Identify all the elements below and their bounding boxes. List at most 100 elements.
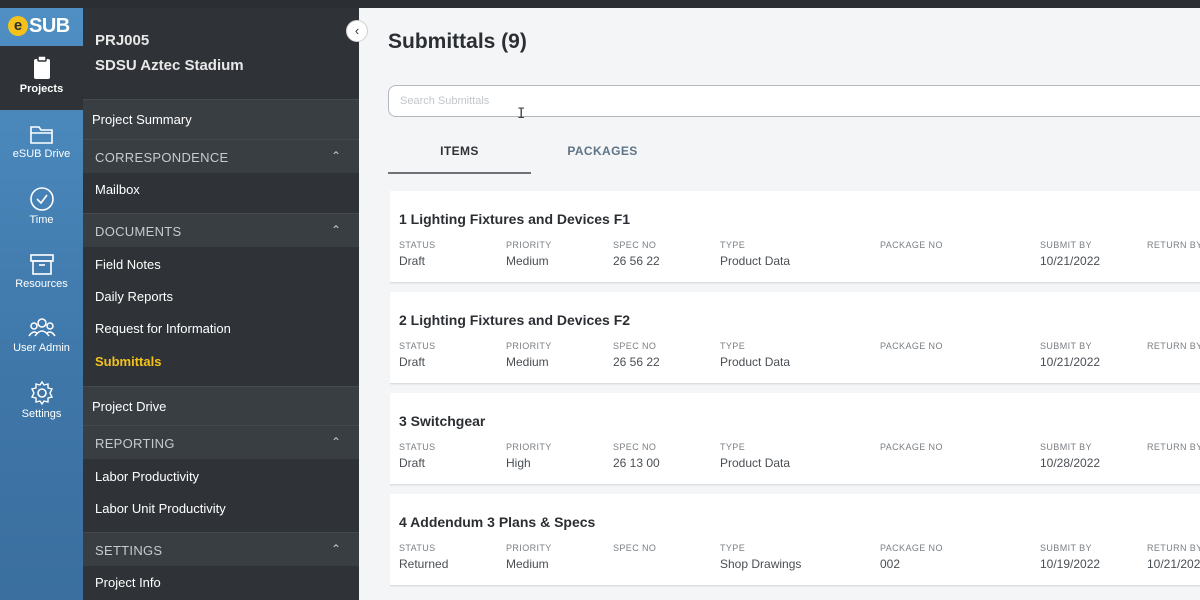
field-label: RETURN BY: [1147, 543, 1200, 553]
rail-label: eSUB Drive: [12, 148, 71, 160]
submittal-card[interactable]: 1 Lighting Fixtures and Devices F1 STATU…: [390, 191, 1200, 283]
project-sidebar: PRJ005 SDSU Aztec Stadium Project Summar…: [83, 8, 359, 600]
field-label: PRIORITY: [506, 341, 552, 351]
clipboard-icon: [33, 55, 50, 79]
sidebar-section-settings[interactable]: SETTINGS ⌃: [83, 532, 359, 566]
rail-item-esub-drive[interactable]: eSUB Drive: [0, 118, 83, 182]
sidebar-item-label: Mailbox: [95, 182, 140, 197]
esub-logo[interactable]: e SUB: [8, 14, 74, 38]
chevron-up-icon: ⌃: [330, 223, 341, 237]
sidebar-item-submittals[interactable]: Submittals: [83, 346, 359, 378]
rail-item-projects[interactable]: Projects: [0, 46, 83, 110]
sidebar-section-correspondence[interactable]: CORRESPONDENCE ⌃: [83, 139, 359, 173]
field-label: SUBMIT BY: [1040, 442, 1092, 452]
submit-by-value: 10/21/2022: [1040, 355, 1101, 369]
field-label: PRIORITY: [506, 240, 552, 250]
rail-label: Projects: [19, 83, 64, 95]
priority-value: Medium: [506, 254, 549, 268]
gear-icon: [30, 380, 53, 406]
field-label: RETURN BY: [1147, 442, 1200, 452]
status-value: Returned: [399, 557, 449, 571]
sidebar-item-labor-unit-productivity[interactable]: Labor Unit Productivity: [83, 493, 359, 525]
project-name: SDSU Aztec Stadium: [95, 57, 244, 74]
tab-items[interactable]: ITEMS: [388, 138, 531, 174]
field-label: SPEC NO: [613, 543, 657, 553]
field-label: SPEC NO: [613, 442, 657, 452]
submittal-card[interactable]: 4 Addendum 3 Plans & Specs STATUS Return…: [390, 494, 1200, 586]
rail-item-settings[interactable]: Settings: [0, 380, 83, 444]
sidebar-item-project-drive[interactable]: Project Drive: [83, 386, 359, 426]
field-label: RETURN BY: [1147, 341, 1200, 351]
archive-box-icon: [29, 254, 54, 275]
return-by-value: 10/21/2022: [1147, 557, 1200, 571]
submittal-title: 4 Addendum 3 Plans & Specs: [399, 514, 596, 530]
logo-e: e: [8, 16, 28, 36]
submit-by-value: 10/21/2022: [1040, 254, 1101, 268]
users-icon: [27, 318, 56, 337]
chevron-up-icon: ⌃: [330, 435, 341, 449]
submittal-card[interactable]: 3 Switchgear STATUS Draft PRIORITY High …: [390, 393, 1200, 485]
field-label: TYPE: [720, 543, 746, 553]
submittal-card[interactable]: 2 Lighting Fixtures and Devices F2 STATU…: [390, 292, 1200, 384]
field-label: STATUS: [399, 341, 436, 351]
sidebar-section-documents[interactable]: DOCUMENTS ⌃: [83, 213, 359, 247]
field-label: STATUS: [399, 442, 436, 452]
status-value: Draft: [399, 254, 426, 268]
rail-item-user-admin[interactable]: User Admin: [0, 316, 83, 380]
field-label: SUBMIT BY: [1040, 240, 1092, 250]
field-label: SPEC NO: [613, 341, 657, 351]
chevron-up-icon: ⌃: [330, 542, 341, 556]
sidebar-item-label: Project Drive: [92, 399, 167, 414]
spec-no-value: 26 13 00: [613, 456, 660, 470]
sidebar-item-label: Daily Reports: [95, 289, 174, 304]
field-label: PACKAGE NO: [880, 442, 943, 452]
field-label: TYPE: [720, 341, 746, 351]
field-label: PRIORITY: [506, 442, 552, 452]
sidebar-item-rfi[interactable]: Request for Information: [83, 313, 359, 345]
spec-no-value: 26 56 22: [613, 254, 660, 268]
project-code: PRJ005: [95, 32, 150, 49]
submittal-title: 2 Lighting Fixtures and Devices F2: [399, 312, 631, 328]
rail-item-resources[interactable]: Resources: [0, 250, 83, 314]
priority-value: Medium: [506, 557, 549, 571]
sidebar-item-labor-productivity[interactable]: Labor Productivity: [83, 461, 359, 493]
field-label: PACKAGE NO: [880, 240, 943, 250]
sidebar-item-label: Field Notes: [95, 257, 161, 272]
sidebar-item-label: Labor Unit Productivity: [95, 501, 226, 516]
text-cursor-icon: I: [517, 106, 526, 122]
top-bar: [0, 0, 1200, 8]
chevron-up-icon: ⌃: [330, 149, 341, 163]
field-label: SUBMIT BY: [1040, 341, 1092, 351]
page-title: Submittals (9): [388, 30, 527, 53]
sidebar-section-reporting[interactable]: REPORTING ⌃: [83, 425, 359, 459]
field-label: STATUS: [399, 240, 436, 250]
section-title: SETTINGS: [95, 543, 163, 558]
submit-by-value: 10/19/2022: [1040, 557, 1101, 571]
section-title: REPORTING: [95, 436, 175, 451]
sidebar-item-field-notes[interactable]: Field Notes: [83, 249, 359, 281]
field-label: STATUS: [399, 543, 436, 553]
sidebar-item-mailbox[interactable]: Mailbox: [83, 174, 359, 206]
priority-value: Medium: [506, 355, 549, 369]
sidebar-item-label: Request for Information: [95, 321, 231, 336]
field-label: TYPE: [720, 442, 746, 452]
search-input[interactable]: [388, 85, 1200, 117]
main-content: Submittals (9) I ITEMS PACKAGES 1 Lighti…: [359, 8, 1200, 600]
type-value: Product Data: [720, 355, 791, 369]
tab-packages[interactable]: PACKAGES: [531, 138, 674, 174]
field-label: PACKAGE NO: [880, 341, 943, 351]
type-value: Product Data: [720, 456, 791, 470]
sidebar-item-project-summary[interactable]: Project Summary: [83, 99, 359, 139]
sidebar-item-label: Submittals: [95, 354, 162, 369]
sidebar-item-label: Project Summary: [92, 112, 192, 127]
submittal-title: 3 Switchgear: [399, 413, 486, 429]
field-label: RETURN BY: [1147, 240, 1200, 250]
sidebar-item-daily-reports[interactable]: Daily Reports: [83, 281, 359, 313]
folder-icon: [29, 126, 53, 144]
priority-value: High: [506, 456, 531, 470]
rail-item-time[interactable]: Time: [0, 184, 83, 248]
app-rail: e SUB Projects eSUB Drive Time Resources: [0, 8, 83, 600]
sidebar-item-project-info[interactable]: Project Info: [83, 567, 359, 599]
clock-icon: [29, 187, 54, 211]
collapse-sidebar-button[interactable]: ‹: [346, 20, 368, 42]
